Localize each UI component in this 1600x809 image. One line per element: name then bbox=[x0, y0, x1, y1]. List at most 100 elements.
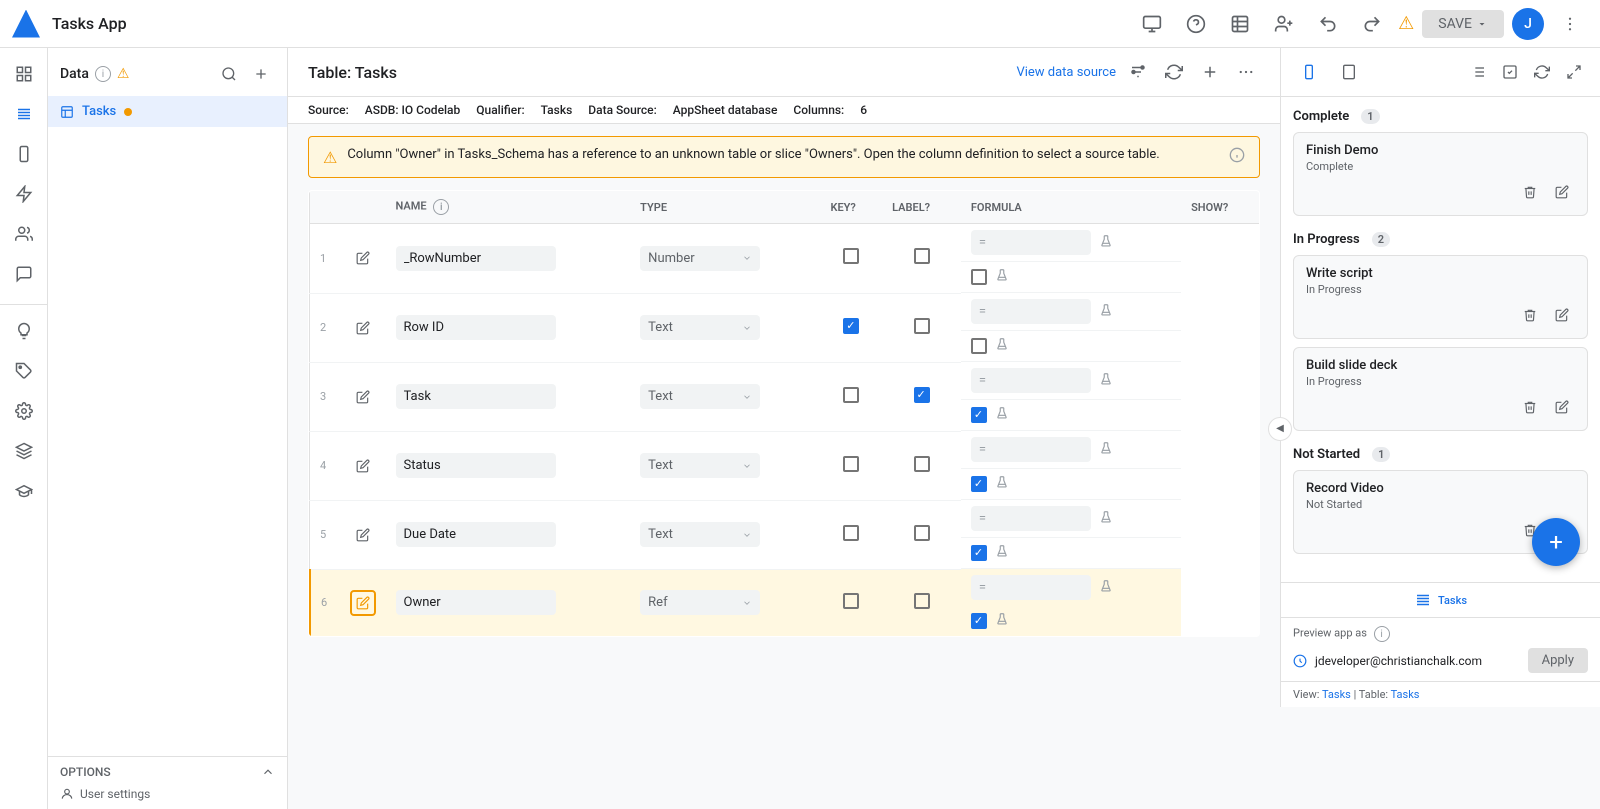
key-checkbox[interactable] bbox=[843, 387, 859, 403]
formula-flask-icon[interactable] bbox=[1099, 234, 1113, 252]
label-checkbox[interactable] bbox=[914, 456, 930, 472]
data-add-btn[interactable] bbox=[247, 60, 275, 88]
tablet-view-btn[interactable] bbox=[1333, 56, 1365, 88]
sidebar-mobile-btn[interactable] bbox=[6, 136, 42, 172]
table-link[interactable]: Tasks bbox=[1391, 688, 1420, 701]
formula-flask-icon[interactable] bbox=[1099, 510, 1113, 528]
edit-row-btn[interactable] bbox=[350, 384, 376, 410]
type-select[interactable]: Text bbox=[640, 522, 760, 547]
sidebar-users-btn[interactable] bbox=[6, 216, 42, 252]
sidebar-graduation-btn[interactable] bbox=[6, 473, 42, 509]
type-select[interactable]: Ref bbox=[640, 590, 760, 615]
field-name-input[interactable] bbox=[396, 590, 556, 615]
data-search-btn[interactable] bbox=[215, 60, 243, 88]
refresh-btn[interactable] bbox=[1160, 58, 1188, 86]
preview-filter-btn[interactable] bbox=[1464, 58, 1492, 86]
undo-icon-btn[interactable] bbox=[1310, 6, 1346, 42]
preview-bottom-tab[interactable]: Tasks bbox=[1281, 582, 1600, 617]
sidebar-grid-btn[interactable] bbox=[6, 56, 42, 92]
edit-row-btn[interactable] bbox=[350, 590, 376, 616]
delete-task-btn[interactable] bbox=[1517, 179, 1543, 205]
delete-task-btn[interactable] bbox=[1517, 302, 1543, 328]
label-checkbox[interactable] bbox=[914, 525, 930, 541]
apply-button[interactable]: Apply bbox=[1528, 648, 1588, 673]
show-flask-icon[interactable] bbox=[995, 544, 1009, 562]
fab-add-btn[interactable]: + bbox=[1532, 518, 1580, 566]
table-view-icon-btn[interactable] bbox=[1222, 6, 1258, 42]
name-info-icon[interactable]: i bbox=[433, 199, 449, 215]
data-item-tasks[interactable]: Tasks bbox=[48, 96, 287, 127]
sidebar-puzzle-btn[interactable] bbox=[6, 353, 42, 389]
panel-expand-arrow[interactable]: ◀ bbox=[1268, 417, 1292, 441]
key-checkbox[interactable] bbox=[843, 456, 859, 472]
show-flask-icon[interactable] bbox=[995, 612, 1009, 630]
filter-btn[interactable] bbox=[1124, 58, 1152, 86]
data-info-icon[interactable]: i bbox=[95, 66, 111, 82]
label-checkbox[interactable] bbox=[914, 248, 930, 264]
field-name-input[interactable] bbox=[396, 453, 556, 478]
add-column-btn[interactable] bbox=[1196, 58, 1224, 86]
preview-expand-btn[interactable] bbox=[1560, 58, 1588, 86]
formula-input[interactable]: = bbox=[971, 437, 1091, 462]
label-checkbox[interactable] bbox=[914, 387, 930, 403]
sidebar-layers-btn[interactable] bbox=[6, 433, 42, 469]
options-header[interactable]: OPTIONS bbox=[60, 765, 275, 779]
show-checkbox[interactable] bbox=[971, 476, 987, 492]
formula-input[interactable]: = bbox=[971, 230, 1091, 255]
show-flask-icon[interactable] bbox=[995, 475, 1009, 493]
show-checkbox[interactable] bbox=[971, 545, 987, 561]
field-name-input[interactable] bbox=[396, 315, 556, 340]
show-flask-icon[interactable] bbox=[995, 268, 1009, 286]
edit-task-btn[interactable] bbox=[1549, 302, 1575, 328]
type-select[interactable]: Text bbox=[640, 453, 760, 478]
sidebar-chat-btn[interactable] bbox=[6, 256, 42, 292]
formula-input[interactable]: = bbox=[971, 368, 1091, 393]
show-checkbox[interactable] bbox=[971, 269, 987, 285]
formula-flask-icon[interactable] bbox=[1099, 441, 1113, 459]
redo-icon-btn[interactable] bbox=[1354, 6, 1390, 42]
banner-info-icon[interactable] bbox=[1229, 147, 1245, 167]
preview-checkbox-btn[interactable] bbox=[1496, 58, 1524, 86]
preview-refresh-btn[interactable] bbox=[1528, 58, 1556, 86]
edit-task-btn[interactable] bbox=[1549, 179, 1575, 205]
more-btn[interactable] bbox=[1232, 58, 1260, 86]
edit-row-btn[interactable] bbox=[350, 453, 376, 479]
delete-task-btn[interactable] bbox=[1517, 394, 1543, 420]
add-user-icon-btn[interactable] bbox=[1266, 6, 1302, 42]
sidebar-table-btn[interactable] bbox=[6, 96, 42, 132]
help-icon-btn[interactable] bbox=[1178, 6, 1214, 42]
show-flask-icon[interactable] bbox=[995, 406, 1009, 424]
edit-row-btn[interactable] bbox=[350, 315, 376, 341]
edit-task-btn[interactable] bbox=[1549, 394, 1575, 420]
key-checkbox[interactable] bbox=[843, 525, 859, 541]
key-checkbox[interactable] bbox=[843, 593, 859, 609]
type-select[interactable]: Number bbox=[640, 246, 760, 271]
sidebar-bulb-btn[interactable] bbox=[6, 313, 42, 349]
key-checkbox[interactable] bbox=[843, 318, 859, 334]
preview-icon-btn[interactable] bbox=[1134, 6, 1170, 42]
view-data-source-btn[interactable]: View data source bbox=[1016, 65, 1116, 80]
edit-row-btn[interactable] bbox=[350, 522, 376, 548]
field-name-input[interactable] bbox=[396, 246, 556, 271]
save-button[interactable]: SAVE bbox=[1422, 10, 1504, 38]
key-checkbox[interactable] bbox=[843, 248, 859, 264]
preview-as-info-icon[interactable]: i bbox=[1374, 626, 1390, 642]
formula-input[interactable]: = bbox=[971, 299, 1091, 324]
formula-flask-icon[interactable] bbox=[1099, 372, 1113, 390]
sidebar-bolt-btn[interactable] bbox=[6, 176, 42, 212]
field-name-input[interactable] bbox=[396, 384, 556, 409]
formula-flask-icon[interactable] bbox=[1099, 303, 1113, 321]
show-checkbox[interactable] bbox=[971, 407, 987, 423]
edit-row-btn[interactable] bbox=[350, 245, 376, 271]
view-link[interactable]: Tasks bbox=[1322, 688, 1351, 701]
label-checkbox[interactable] bbox=[914, 318, 930, 334]
field-name-input[interactable] bbox=[396, 522, 556, 547]
formula-input[interactable]: = bbox=[971, 506, 1091, 531]
show-checkbox[interactable] bbox=[971, 338, 987, 354]
formula-input[interactable]: = bbox=[971, 575, 1091, 600]
more-options-btn[interactable] bbox=[1552, 6, 1588, 42]
type-select[interactable]: Text bbox=[640, 315, 760, 340]
show-flask-icon[interactable] bbox=[995, 337, 1009, 355]
user-settings-item[interactable]: User settings bbox=[60, 787, 275, 801]
type-select[interactable]: Text bbox=[640, 384, 760, 409]
